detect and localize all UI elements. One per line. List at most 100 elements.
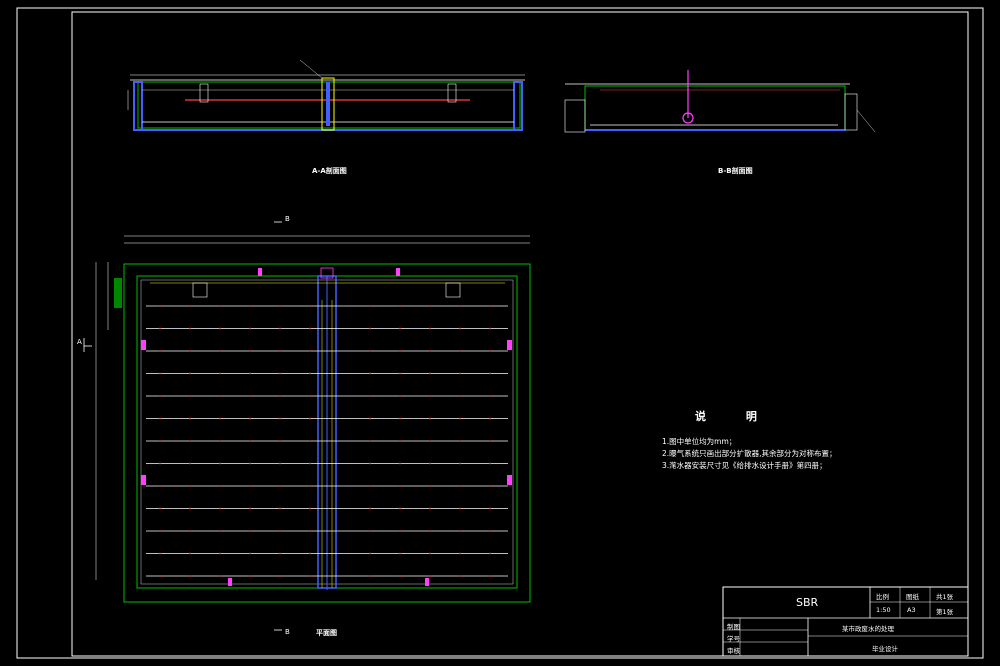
- diffuser: [279, 395, 281, 397]
- diffuser: [249, 417, 251, 420]
- diffuser: [219, 485, 221, 487]
- diffuser: [429, 417, 431, 420]
- diffuser: [399, 440, 401, 442]
- diffuser: [489, 507, 491, 510]
- diffuser: [369, 575, 371, 577]
- ratio-label: 比例: [876, 593, 889, 601]
- diffuser: [459, 350, 461, 352]
- diffuser: [279, 440, 281, 442]
- diffuser: [459, 552, 461, 555]
- diffuser: [189, 327, 191, 330]
- diffuser: [249, 372, 251, 375]
- diffuser: [309, 417, 311, 420]
- footer-label: 毕业设计: [872, 645, 898, 653]
- diffuser: [309, 462, 311, 465]
- diffuser: [159, 575, 161, 577]
- diffuser: [189, 417, 191, 420]
- diffuser: [219, 440, 221, 442]
- diffuser: [309, 440, 311, 442]
- diffuser: [249, 395, 251, 397]
- diffuser: [189, 552, 191, 555]
- diffuser: [369, 530, 371, 532]
- project-name: SBR: [796, 596, 819, 609]
- diffuser: [399, 552, 401, 555]
- diffuser: [489, 440, 491, 442]
- diffuser: [189, 350, 191, 352]
- diffuser: [489, 530, 491, 532]
- diffuser: [459, 507, 461, 510]
- diffuser: [159, 305, 161, 307]
- diffuser: [309, 327, 311, 330]
- diffuser: [219, 575, 221, 577]
- diffuser: [189, 440, 191, 442]
- sheet-value: A3: [907, 606, 916, 614]
- drawn-label: 制图: [727, 623, 740, 631]
- diffuser: [249, 485, 251, 487]
- diffuser: [159, 552, 161, 555]
- total-label: 共1张: [936, 593, 954, 601]
- section-marker-a: A: [77, 338, 82, 346]
- diffuser: [249, 440, 251, 442]
- diffuser: [489, 305, 491, 307]
- diffuser: [459, 462, 461, 465]
- diffuser: [429, 485, 431, 487]
- diffuser: [369, 350, 371, 352]
- diffuser: [189, 507, 191, 510]
- diffuser: [399, 395, 401, 397]
- diffuser: [489, 372, 491, 375]
- diffuser: [309, 485, 311, 487]
- student-label: 学号: [727, 635, 740, 643]
- note-item: 3.滗水器安装尺寸见《给排水设计手册》第四册；: [662, 461, 827, 470]
- diffuser: [459, 395, 461, 397]
- outer-frame: [16, 7, 984, 659]
- diffuser: [399, 305, 401, 307]
- diffuser: [399, 462, 401, 465]
- diffuser: [309, 372, 311, 375]
- section-marker-b-top: B: [285, 215, 290, 223]
- diffuser: [369, 485, 371, 487]
- diffuser: [459, 485, 461, 487]
- diffuser: [309, 552, 311, 555]
- diffuser: [369, 440, 371, 442]
- diffuser: [459, 305, 461, 307]
- diffuser: [429, 507, 431, 510]
- diffuser: [189, 305, 191, 307]
- notes-title: 说 明: [695, 410, 775, 423]
- diffuser: [159, 417, 161, 420]
- diffuser: [369, 507, 371, 510]
- sheet-label: 图纸: [906, 593, 919, 601]
- diffuser: [219, 305, 221, 307]
- diffuser: [399, 485, 401, 487]
- diffuser: [219, 350, 221, 352]
- diffuser: [309, 395, 311, 397]
- diffuser: [429, 372, 431, 375]
- diffuser: [369, 417, 371, 420]
- diffuser: [219, 417, 221, 420]
- diffuser: [489, 485, 491, 487]
- diffuser: [399, 327, 401, 330]
- diffuser: [369, 462, 371, 465]
- diffuser: [309, 305, 311, 307]
- diffuser: [369, 372, 371, 375]
- design-title: 某市政废水的处理: [842, 625, 894, 633]
- diffuser: [219, 507, 221, 510]
- diffuser: [429, 575, 431, 577]
- plan-view-title: 平面图: [316, 629, 337, 637]
- diffuser: [429, 327, 431, 330]
- diffuser: [489, 575, 491, 577]
- diffuser: [279, 462, 281, 465]
- diffuser: [249, 530, 251, 532]
- ratio-value: 1:50: [876, 606, 891, 614]
- diffuser: [159, 530, 161, 532]
- diffuser: [399, 350, 401, 352]
- diffuser: [429, 305, 431, 307]
- diffuser: [429, 440, 431, 442]
- diffuser: [429, 530, 431, 532]
- diffuser: [219, 372, 221, 375]
- diffuser: [429, 462, 431, 465]
- diffuser: [489, 350, 491, 352]
- diffuser: [249, 327, 251, 330]
- diffuser: [279, 305, 281, 307]
- diffuser: [279, 552, 281, 555]
- diffuser: [159, 440, 161, 442]
